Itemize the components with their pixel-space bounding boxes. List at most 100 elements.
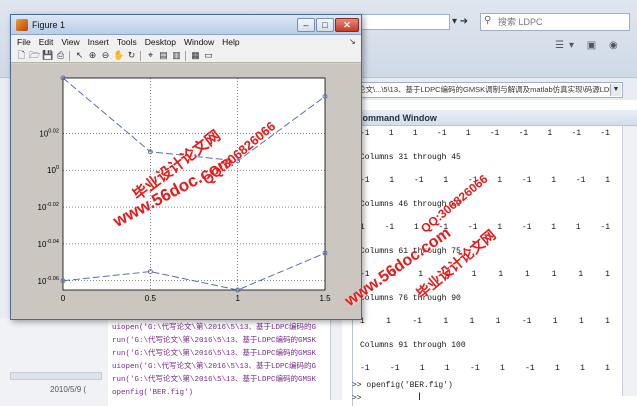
output-value: -1 xyxy=(489,129,500,138)
output-value: -1 xyxy=(384,223,395,232)
y-tick-exponent: -0.04 xyxy=(46,239,59,245)
folder-nav-icon[interactable]: ▾ ➜ xyxy=(452,14,478,30)
output-value: 1 xyxy=(551,176,557,185)
output-value: -1 xyxy=(600,223,610,232)
y-tick-exponent: -0.06 xyxy=(46,276,59,282)
output-value: 1 xyxy=(578,270,584,279)
output-value: -1 xyxy=(413,176,424,185)
print-icon[interactable]: ⎙ xyxy=(55,50,66,61)
output-value: 1 xyxy=(498,270,504,279)
y-tick-label: 10-0.04 xyxy=(38,239,59,249)
output-value: 1 xyxy=(605,270,610,279)
output-row: -1 1 -1 1 -1 1 -1 1 -1 1 xyxy=(360,175,630,187)
menu-insert[interactable]: Insert xyxy=(88,35,109,49)
menu-desktop[interactable]: Desktop xyxy=(145,35,176,49)
x-tick-label: 0.5 xyxy=(145,294,157,303)
output-value: 1 xyxy=(605,317,610,326)
toolbar-separator xyxy=(140,51,141,61)
matlab-icon xyxy=(16,19,28,31)
minimize-button[interactable]: – xyxy=(297,18,315,32)
y-tick-label: 10-0.02 xyxy=(38,202,59,212)
history-item[interactable]: uiopen('G:\代写论文\第\2016\5\13、基于LDPC编码的G xyxy=(112,322,327,334)
y-tick-exponent: -0.02 xyxy=(46,202,59,208)
output-row: -1 -1 1 1 -1 1 -1 1 1 1 xyxy=(360,363,630,375)
y-tick-label: 100.02 xyxy=(39,128,59,138)
text-cursor-icon: I xyxy=(418,391,422,403)
menu-file[interactable]: File xyxy=(17,35,31,49)
output-value: 1 xyxy=(497,176,503,185)
output-value: -1 xyxy=(600,129,610,138)
maximize-button[interactable]: □ xyxy=(316,18,334,32)
layout-icons[interactable]: ☰▾ ▣ ◉ xyxy=(555,40,635,56)
save-icon[interactable]: 💾 xyxy=(42,50,53,61)
close-button[interactable]: ✕ xyxy=(335,18,359,32)
history-item[interactable]: run('G:\代写论文\第\2016\5\13、基于LDPC编码的GMSK xyxy=(112,374,327,386)
menu-help[interactable]: Help xyxy=(222,35,239,49)
output-value: -1 xyxy=(571,129,582,138)
data-cursor-icon[interactable]: ⌖ xyxy=(145,50,156,61)
history-item[interactable]: run('G:\代写论文\第\2016\5\13、基于LDPC编码的GMSK xyxy=(112,335,327,347)
menu-view[interactable]: View xyxy=(61,35,79,49)
current-folder-box[interactable] xyxy=(360,14,450,30)
output-value: 1 xyxy=(412,129,418,138)
menu-edit[interactable]: Edit xyxy=(39,35,54,49)
pan-icon[interactable]: ✋ xyxy=(113,50,124,61)
legend-icon[interactable]: ▭ xyxy=(203,50,214,61)
pointer-icon[interactable]: ↖ xyxy=(74,50,85,61)
output-value: -1 xyxy=(436,129,447,138)
zoom-in-icon[interactable]: ⊕ xyxy=(87,50,98,61)
output-value: -1 xyxy=(521,317,532,326)
output-value: 1 xyxy=(554,364,560,373)
output-value: 1 xyxy=(578,317,584,326)
figure-title-bar[interactable]: Figure 1 – □ ✕ xyxy=(11,15,361,35)
output-row: 1 -1 1 -1 -1 1 -1 1 1 -1 xyxy=(360,222,630,234)
chevron-down-icon[interactable]: ▼ xyxy=(610,84,621,96)
command-prompt-line: >> openfig('BER.fig') xyxy=(352,381,453,390)
output-value: -1 xyxy=(521,176,532,185)
open-file-icon[interactable]: 🗁 xyxy=(29,50,40,61)
link-icon[interactable]: ▥ xyxy=(171,50,182,61)
output-value: -1 xyxy=(467,223,478,232)
y-tick-exponent: 0.02 xyxy=(48,128,59,134)
output-value: 1 xyxy=(552,317,558,326)
rotate-icon[interactable]: ↻ xyxy=(126,50,137,61)
output-value: 1 xyxy=(386,317,391,326)
menu-window[interactable]: Window xyxy=(184,35,214,49)
command-window-title: Command Window xyxy=(356,113,437,123)
output-value: 1 xyxy=(525,270,530,279)
colorbar-icon[interactable]: ▦ xyxy=(190,50,201,61)
output-value: 1 xyxy=(469,317,475,326)
new-figure-icon[interactable]: 🗋 xyxy=(16,50,27,61)
output-value: 1 xyxy=(605,176,610,185)
output-value: -1 xyxy=(525,364,535,373)
output-value: 1 xyxy=(605,364,610,373)
output-value: -1 xyxy=(389,364,400,373)
history-item[interactable]: uiopen('G:\代写论文\第\2016\5\13、基于LDPC编码的G xyxy=(112,361,327,373)
history-item[interactable]: openfig('BER.fig') xyxy=(112,387,327,399)
search-icon: ⚲ xyxy=(484,15,492,26)
output-value: 1 xyxy=(551,270,557,279)
history-scrollbar[interactable] xyxy=(330,320,342,400)
figure-menubar: File Edit View Insert Tools Desktop Window Help xyxy=(11,35,361,49)
zoom-out-icon[interactable]: ⊖ xyxy=(100,50,111,61)
command-prompt[interactable]: >> xyxy=(352,393,382,405)
history-list: uiopen('G:\代写论文\第\2016\5\13、基于LDPC编码的G ru… xyxy=(112,320,327,404)
brush-icon[interactable]: ▤ xyxy=(158,50,169,61)
output-value: 1 xyxy=(443,176,449,185)
x-tick-label: 1.5 xyxy=(319,294,331,303)
output-value: -1 xyxy=(521,223,532,232)
x-tick-label: 0 xyxy=(61,294,66,303)
menu-tools[interactable]: Tools xyxy=(117,35,137,49)
history-item[interactable]: run('G:\代写论文\第\2016\5\13、基于LDPC编码的GMSK xyxy=(112,348,327,360)
output-value: 1 xyxy=(547,129,553,138)
y-tick-label: 100 xyxy=(47,165,59,175)
output-value: 1 xyxy=(580,364,585,373)
command-window-scrollbar[interactable] xyxy=(622,126,637,396)
output-value: 1 xyxy=(471,270,477,279)
output-value: -1 xyxy=(412,317,422,326)
output-value: 1 xyxy=(389,176,395,185)
y-tick-exponent: 0 xyxy=(56,165,59,171)
horizontal-scrollbar[interactable] xyxy=(10,372,102,380)
dock-arrow-icon[interactable]: ↘ xyxy=(349,36,359,48)
output-value: 1 xyxy=(551,223,557,232)
